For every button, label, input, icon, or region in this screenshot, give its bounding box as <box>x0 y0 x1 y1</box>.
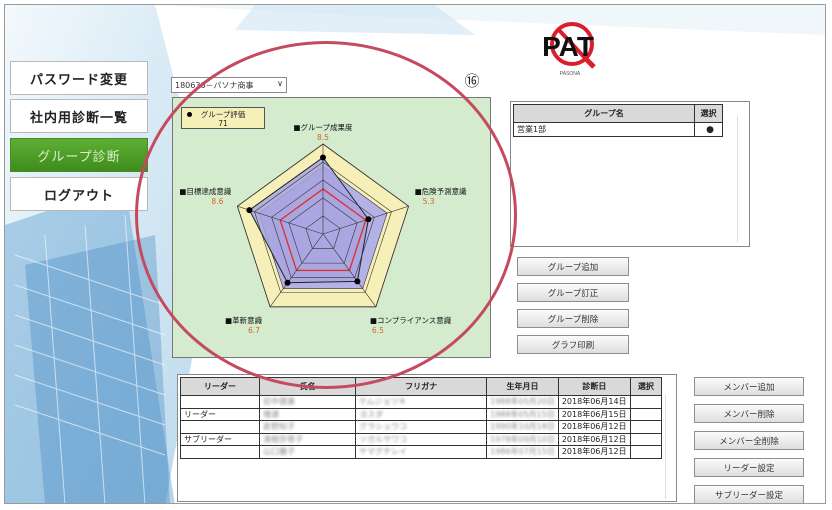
member-header-name: 氏名 <box>259 377 357 396</box>
graph-print-button[interactable]: グラフ印刷 <box>517 335 629 354</box>
table-row[interactable]: リーダー 増選 ヨスダ 1988年05月15日 2018年06月15日 <box>179 407 663 421</box>
member-role-cell <box>179 395 261 409</box>
group-delete-button[interactable]: グループ削除 <box>517 309 629 328</box>
table-row[interactable]: 営業1部 ● <box>512 122 723 137</box>
nav-internal-diagnosis-list[interactable]: 社内用診断一覧 <box>10 99 148 133</box>
radar-chart-panel: ■グループ成果度 8.5 ■危険予測意識 5.3 ■コンプライアンス意識 6.5 ■革新意識… <box>172 97 491 358</box>
radar-data-point <box>320 154 326 161</box>
member-role-cell: サブリーダー <box>179 432 261 446</box>
member-kana-cell: クラシュウコ <box>355 420 488 434</box>
member-name-cell: 倉野知子 <box>259 420 357 434</box>
member-kana-cell: ケムジョツキ <box>355 395 488 409</box>
radar-data-point <box>354 278 361 285</box>
radar-value-label: 5.3 <box>423 197 435 206</box>
group-edit-button[interactable]: グループ訂正 <box>517 283 629 302</box>
member-header-leader: リーダー <box>179 377 261 396</box>
radar-axis-label: ■グループ成果度 <box>293 122 353 132</box>
radar-chart: ■グループ成果度8.5 ■危険予測意識5.3 ■コンプライアンス意識6.5 ■革新意識… <box>179 122 468 335</box>
radar-axis-label: ■革新意識 <box>225 315 263 325</box>
member-delete-all-button[interactable]: メンバー全削除 <box>694 431 804 450</box>
group-list-scrollbar[interactable] <box>737 116 747 242</box>
nav-group-diagnosis[interactable]: グループ診断 <box>10 138 148 172</box>
logo-text: PAT <box>542 31 594 62</box>
app-window: パスワード変更 社内用診断一覧 グループ診断 ログアウト PAT PASONA … <box>4 4 826 504</box>
member-role-cell: リーダー <box>179 407 261 421</box>
member-date-cell: 2018年06月12日 <box>557 445 631 459</box>
group-select[interactable]: 180630－パソナ商事 ∨ <box>171 77 287 93</box>
member-delete-button[interactable]: メンバー削除 <box>694 404 804 423</box>
radar-value-label: 8.6 <box>211 197 223 206</box>
member-header-select: 選択 <box>629 377 663 396</box>
group-select-value: 180630－パソナ商事 <box>175 80 254 90</box>
member-select-cell[interactable] <box>629 445 663 459</box>
group-add-button[interactable]: グループ追加 <box>517 257 629 276</box>
member-birth-cell: 1988年05月15日 <box>486 407 559 421</box>
member-list-panel: リーダー 氏名 フリガナ 生年月日 診断日 選択 岩中健康 ケムジョツキ 198… <box>177 374 677 502</box>
group-selected-marker[interactable]: ● <box>694 122 723 137</box>
legend-value: 71 <box>218 119 228 128</box>
member-select-cell[interactable] <box>629 407 663 421</box>
member-name-cell: 増選 <box>259 407 357 421</box>
member-kana-cell: ヤマグチレイ <box>355 445 488 459</box>
table-row[interactable]: 岩中健康 ケムジョツキ 1988年05月20日 2018年06月14日 <box>179 395 663 409</box>
member-date-cell: 2018年06月12日 <box>557 420 631 434</box>
member-role-cell <box>179 420 261 434</box>
member-birth-cell: 1988年05月20日 <box>486 395 559 409</box>
radar-axis-label: ■コンプライアンス意識 <box>370 315 452 325</box>
member-date-cell: 2018年06月14日 <box>557 395 631 409</box>
member-add-button[interactable]: メンバー追加 <box>694 377 804 396</box>
radar-value-label: 6.7 <box>248 326 260 335</box>
nav-logout[interactable]: ログアウト <box>10 177 148 211</box>
member-table: リーダー 氏名 フリガナ 生年月日 診断日 選択 岩中健康 ケムジョツキ 198… <box>179 377 663 459</box>
legend-marker-icon <box>187 112 192 117</box>
chart-legend: グループ評価 71 <box>181 107 265 129</box>
member-kana-cell: ソガルサワコ <box>355 432 488 446</box>
member-header-diagnosis-date: 診断日 <box>557 377 631 396</box>
pat-logo: PAT PASONA <box>542 22 596 77</box>
step-number-badge: ⑯ <box>464 71 480 90</box>
member-name-cell: 山口麗子 <box>259 445 357 459</box>
member-date-cell: 2018年06月12日 <box>557 432 631 446</box>
radar-axis-label: ■危険予測意識 <box>415 186 468 196</box>
member-name-cell: 岩中健康 <box>259 395 357 409</box>
member-date-cell: 2018年06月15日 <box>557 407 631 421</box>
member-birth-cell: 1990年10月18日 <box>486 420 559 434</box>
member-role-cell <box>179 445 261 459</box>
member-select-cell[interactable] <box>629 395 663 409</box>
member-select-cell[interactable] <box>629 432 663 446</box>
subleader-setting-button[interactable]: サブリーダー設定 <box>694 485 804 503</box>
radar-axis-label: ■目標達成意識 <box>179 186 232 196</box>
logo-subtext: PASONA <box>560 71 581 77</box>
legend-label: グループ評価 <box>200 110 246 119</box>
group-name-cell: 営業1部 <box>512 122 696 137</box>
nav-password-change[interactable]: パスワード変更 <box>10 61 148 95</box>
radar-value-label: 6.5 <box>372 326 384 335</box>
group-select-header: 選択 <box>694 104 723 123</box>
radar-value-label: 8.5 <box>317 133 329 142</box>
table-row[interactable]: 山口麗子 ヤマグチレイ 1986年07月15日 2018年06月12日 <box>179 445 663 459</box>
chevron-down-icon: ∨ <box>277 79 283 88</box>
member-birth-cell: 1978年09月10日 <box>486 432 559 446</box>
radar-data-point <box>246 207 253 214</box>
group-name-header: グループ名 <box>512 104 696 123</box>
member-list-scrollbar[interactable] <box>665 395 675 499</box>
member-name-cell: 清樹奈帯子 <box>259 432 357 446</box>
member-birth-cell: 1986年07月15日 <box>486 445 559 459</box>
member-header-birthdate: 生年月日 <box>486 377 559 396</box>
table-row[interactable]: 倉野知子 クラシュウコ 1990年10月18日 2018年06月12日 <box>179 420 663 434</box>
group-table: グループ名 選択 営業1部 ● <box>512 104 723 137</box>
member-kana-cell: ヨスダ <box>355 407 488 421</box>
member-select-cell[interactable] <box>629 420 663 434</box>
radar-data-point <box>365 216 372 223</box>
table-row[interactable]: サブリーダー 清樹奈帯子 ソガルサワコ 1978年09月10日 2018年06月… <box>179 432 663 446</box>
member-header-kana: フリガナ <box>355 377 488 396</box>
group-list-panel: グループ名 選択 営業1部 ● <box>510 101 750 247</box>
radar-data-point <box>284 279 291 286</box>
leader-setting-button[interactable]: リーダー設定 <box>694 458 804 477</box>
